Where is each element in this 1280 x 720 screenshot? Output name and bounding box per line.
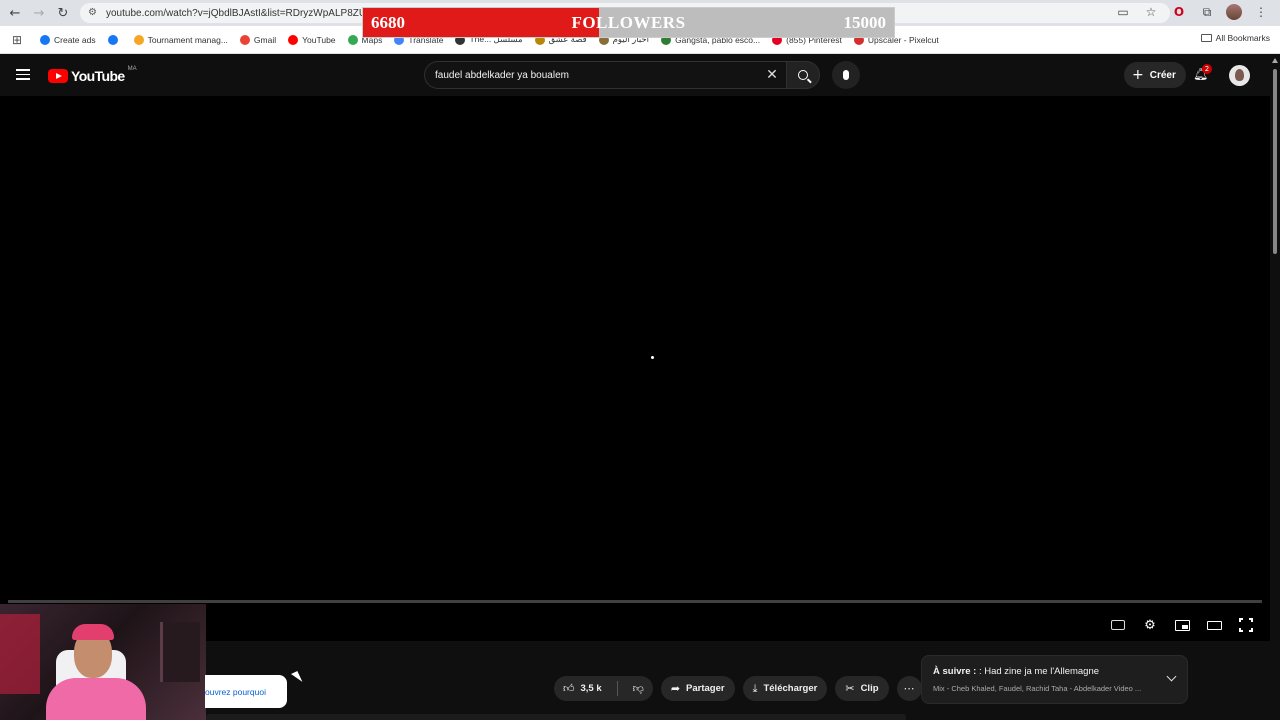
like-button[interactable]: 👍︎ 3,5 k [554, 676, 611, 701]
voice-search-button[interactable] [832, 61, 860, 89]
theater-mode-icon[interactable] [1206, 617, 1222, 633]
page-scrollbar[interactable] [1270, 55, 1280, 720]
scissors-icon: ✂ [845, 682, 855, 695]
notification-badge: 2 [1202, 64, 1212, 74]
streamer-webcam [0, 604, 206, 720]
video-progress-bar[interactable] [8, 600, 1262, 603]
followers-goal-overlay: FOLLOWERS 6680 15000 [362, 7, 895, 38]
youtube-header: YouTube MA faudel abdelkader ya boualem … [0, 55, 1280, 96]
url-text: youtube.com/watch?v=jQbdlBJAstI&list=RDr… [106, 7, 381, 19]
player-controls: ⚙ [1110, 617, 1254, 633]
fullscreen-icon[interactable] [1238, 617, 1254, 633]
opera-extension-icon[interactable]: O [1170, 3, 1188, 21]
more-actions-button[interactable]: ⋯ [896, 676, 922, 701]
scroll-thumb[interactable] [1273, 69, 1277, 254]
reload-icon[interactable]: ↻ [51, 1, 75, 25]
video-actions: 👍︎ 3,5 k 👎︎ ➦ Partager ⤓ Télécharger ✂ C… [554, 676, 922, 701]
youtube-logo[interactable]: YouTube MA [48, 66, 137, 84]
bookmark-label: Create ads [54, 34, 96, 45]
create-label: Créer [1149, 69, 1176, 81]
bookmark-favicon-icon [239, 34, 250, 45]
up-next-title: : Had zine ja me l'Allemagne [978, 666, 1100, 677]
bookmark-item[interactable] [102, 34, 128, 45]
miniplayer-icon[interactable] [1174, 617, 1190, 633]
bookmark-label: YouTube [302, 34, 336, 45]
search-icon [798, 70, 808, 80]
hamburger-menu-icon[interactable] [16, 69, 30, 80]
bookmark-item[interactable]: Tournament manag... [128, 34, 234, 45]
followers-current: 6680 [371, 12, 405, 32]
share-icon: ➦ [670, 682, 681, 695]
profile-avatar[interactable] [1226, 4, 1242, 20]
bookmark-favicon-icon [133, 34, 144, 45]
thumbs-up-icon: 👍︎ [563, 682, 575, 695]
download-icon: ⤓ [752, 681, 758, 695]
why-info-chip[interactable]: ouvrez pourquoi [205, 675, 287, 708]
share-button[interactable]: ➦ Partager [660, 676, 735, 701]
up-next-prefix: À suivre : [933, 666, 977, 677]
video-player[interactable]: ⚙ [0, 96, 1270, 641]
screen: ← → ↻ ⚙ youtube.com/watch?v=jQbdlBJAstI&… [0, 0, 1280, 720]
all-bookmarks-label: All Bookmarks [1215, 33, 1270, 43]
clip-button[interactable]: ✂ Clip [835, 676, 889, 701]
search-query: faudel abdelkader ya boualem [435, 69, 569, 81]
search-input[interactable]: faudel abdelkader ya boualem ✕ [424, 61, 786, 89]
bookmark-favicon-icon [107, 34, 118, 45]
up-next-title-line: À suivre : : Had zine ja me l'Allemagne [933, 666, 1099, 677]
browser-menu-icon[interactable]: ⋮ [1252, 3, 1270, 21]
like-divider [616, 681, 618, 696]
user-avatar[interactable] [1229, 65, 1250, 86]
install-app-icon[interactable]: ▭ [1114, 3, 1132, 21]
up-next-subtitle: Mix - Cheb Khaled, Faudel, Rachid Taha -… [933, 684, 1142, 693]
bookmark-favicon-icon [288, 34, 299, 45]
country-code: MA [127, 66, 137, 72]
bookmark-label: Tournament manag... [147, 34, 228, 45]
back-icon[interactable]: ← [3, 1, 27, 25]
clip-label: Clip [860, 683, 879, 694]
folder-icon [1200, 34, 1212, 42]
clear-search-icon[interactable]: ✕ [764, 67, 780, 83]
thumbs-down-icon: 👎︎ [632, 682, 644, 695]
bookmark-label: Gmail [253, 34, 277, 45]
bookmark-favicon-icon [347, 34, 358, 45]
followers-label: FOLLOWERS [571, 12, 686, 32]
extensions-icon[interactable]: ⧉ [1198, 3, 1216, 21]
all-bookmarks[interactable]: All Bookmarks [1200, 33, 1270, 43]
plus-icon: + [1132, 67, 1144, 83]
more-horizontal-icon: ⋯ [903, 682, 915, 695]
like-count: 3,5 k [580, 683, 602, 694]
download-label: Télécharger [763, 683, 818, 694]
youtube-play-icon [48, 69, 68, 83]
followers-goal: 15000 [843, 12, 887, 32]
bookmark-item[interactable]: Create ads [34, 34, 102, 45]
subtitles-icon[interactable] [1110, 617, 1126, 633]
description-box-edge [206, 714, 906, 720]
notifications-bell-icon[interactable]: 🔔︎ 2 [1193, 64, 1212, 83]
share-label: Partager [686, 683, 725, 694]
star-icon[interactable]: ☆ [1142, 3, 1160, 21]
dislike-button[interactable]: 👎︎ [624, 676, 653, 701]
site-info-icon[interactable]: ⚙ [88, 7, 100, 19]
bookmark-favicon-icon [40, 34, 50, 45]
loading-spinner [651, 356, 654, 359]
apps-grid-icon[interactable]: ⊞ [0, 33, 34, 47]
settings-gear-icon[interactable]: ⚙ [1142, 617, 1158, 633]
bookmark-item[interactable]: YouTube [282, 34, 341, 45]
scroll-up-icon[interactable] [1272, 58, 1278, 63]
chevron-down-icon[interactable] [1166, 671, 1177, 682]
microphone-icon [843, 70, 849, 80]
browser-actions: ▭ ☆ O ⧉ ⋮ [1114, 3, 1270, 21]
search-button[interactable] [786, 61, 820, 89]
up-next-card[interactable]: À suivre : : Had zine ja me l'Allemagne … [921, 655, 1188, 704]
why-chip-label: ouvrez pourquoi [205, 686, 266, 697]
create-button[interactable]: + Créer [1124, 62, 1186, 88]
bookmark-item[interactable]: Gmail [234, 34, 282, 45]
like-dislike-group: 👍︎ 3,5 k 👎︎ [554, 676, 653, 701]
download-button[interactable]: ⤓ Télécharger [742, 676, 828, 701]
logo-wordmark: YouTube [71, 68, 125, 84]
forward-icon[interactable]: → [27, 1, 51, 25]
